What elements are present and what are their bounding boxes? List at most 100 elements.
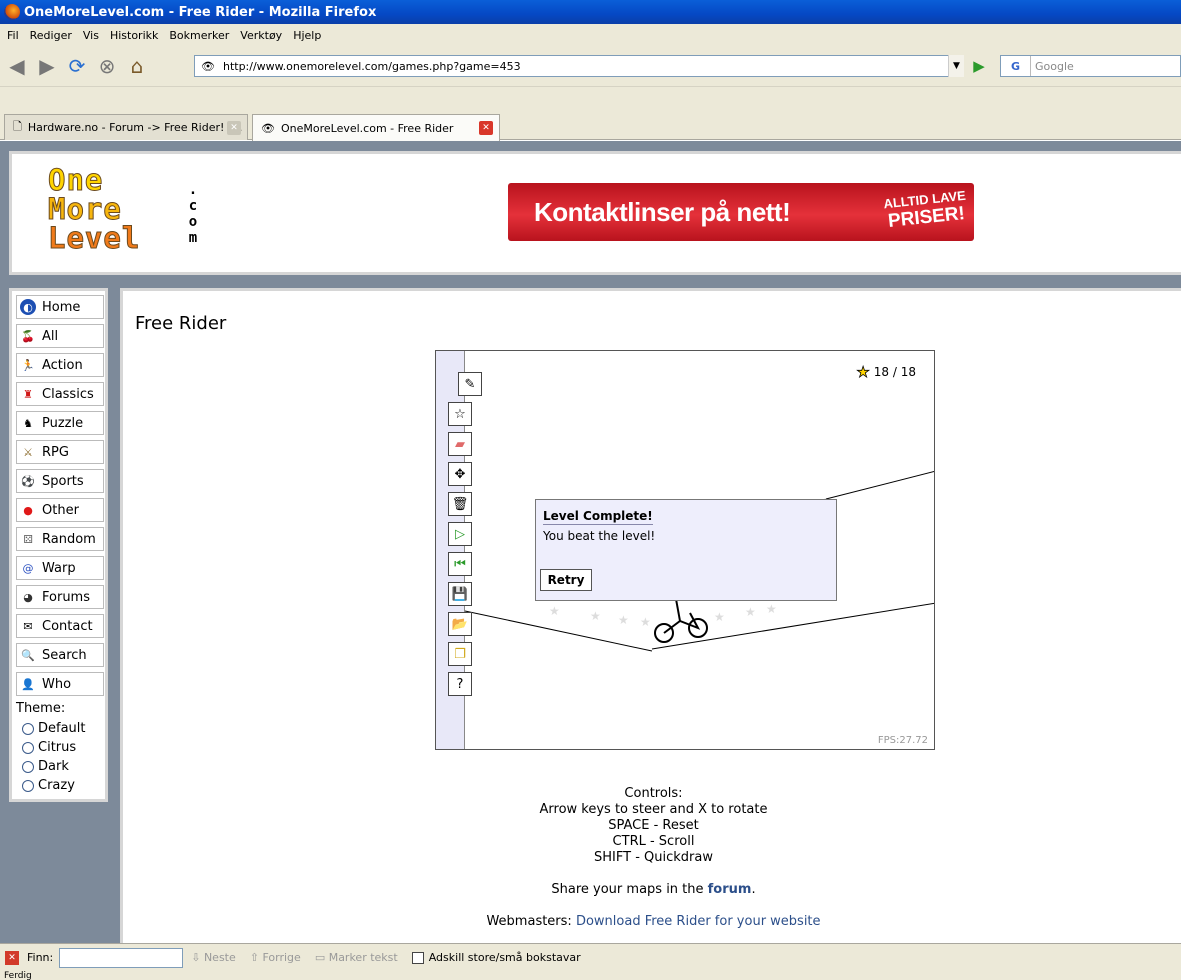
url-dropdown-icon[interactable]: ▼ — [948, 55, 964, 77]
share-prefix: Share your maps in the — [551, 882, 708, 897]
sidebar-item-label: Action — [42, 357, 83, 373]
theme-option-crazy[interactable]: Crazy — [16, 776, 86, 795]
sidebar-item-label: Contact — [42, 618, 93, 634]
pencil-icon[interactable]: ✎ — [458, 372, 482, 396]
go-arrow-icon[interactable]: ▶ — [968, 55, 990, 77]
url-input[interactable]: 👁 http://www.onemorelevel.com/games.php?… — [194, 55, 964, 77]
find-input[interactable] — [59, 947, 184, 968]
collected-star-icon: ★ — [766, 602, 777, 616]
sidebar-item-who[interactable]: 👤 Who — [16, 672, 104, 696]
sidebar-item-all[interactable]: 🍒 All — [16, 324, 104, 348]
open-folder-icon[interactable]: 📂 — [448, 612, 472, 636]
radio-button[interactable] — [22, 779, 34, 792]
find-next-label: Neste — [203, 951, 236, 964]
radio-button[interactable] — [22, 722, 34, 735]
menu-hjelp[interactable]: Hjelp — [293, 29, 321, 42]
theme-option-default[interactable]: Default — [16, 719, 86, 738]
highlight-label: Marker tekst — [328, 951, 398, 964]
menu-rediger[interactable]: Rediger — [30, 29, 72, 42]
tab-free-rider[interactable]: 👁 OneMoreLevel.com - Free Rider ✕ — [252, 114, 500, 141]
sidebar-item-rpg[interactable]: ⚔ RPG — [16, 440, 104, 464]
status-text: Ferdig — [4, 971, 32, 980]
menu-bokmerker[interactable]: Bokmerker — [169, 29, 229, 42]
back-arrow-icon[interactable]: ◀ — [4, 53, 30, 79]
forward-arrow-icon[interactable]: ▶ — [34, 53, 60, 79]
fps-readout: FPS:27.72 — [877, 735, 928, 746]
tab-label: Hardware.no - Forum -> Free Rider! -... — [27, 121, 243, 134]
play-icon[interactable]: ▷ — [448, 522, 472, 546]
help-icon[interactable]: ? — [448, 672, 472, 696]
sidebar-item-label: Who — [42, 676, 72, 692]
sidebar-item-search[interactable]: 🔍 Search — [16, 643, 104, 667]
sidebar-item-warp[interactable]: @ Warp — [16, 556, 104, 580]
radio-button[interactable] — [22, 741, 34, 754]
radio-button[interactable] — [22, 760, 34, 773]
tab-hardware-forum[interactable]: 🗋 Hardware.no - Forum -> Free Rider! -..… — [4, 114, 248, 140]
home-icon[interactable]: ⌂ — [124, 53, 150, 79]
sidebar-item-other[interactable]: ● Other — [16, 498, 104, 522]
sword-icon: ⚔ — [23, 445, 33, 459]
controls-line: SHIFT - Quickdraw — [594, 850, 713, 865]
ghost-icon: ● — [23, 503, 33, 517]
controls-line: CTRL - Scroll — [612, 834, 695, 849]
find-prev-label: Forrige — [262, 951, 301, 964]
sidebar-item-label: Home — [42, 299, 81, 315]
menu-fil[interactable]: Fil — [7, 29, 19, 42]
sidebar-item-random[interactable]: ⚄ Random — [16, 527, 104, 551]
move-icon[interactable]: ✥ — [448, 462, 472, 486]
menu-vis[interactable]: Vis — [83, 29, 99, 42]
find-prev-button[interactable]: ⇧ Forrige — [250, 951, 301, 964]
page-viewport: One More Level .com Kontaktlinser på net… — [0, 141, 1181, 943]
menu-bar: Fil Rediger Vis Historikk Bokmerker Verk… — [0, 24, 1181, 46]
menu-historikk[interactable]: Historikk — [110, 29, 158, 42]
close-tab-icon[interactable]: ✕ — [227, 121, 241, 135]
save-icon[interactable]: 💾 — [448, 582, 472, 606]
magnifier-icon: 🔍 — [21, 648, 35, 662]
find-next-button[interactable]: ⇩ Neste — [191, 951, 236, 964]
game-canvas[interactable]: ★ ★ ★ ★ ★ ★ ★ ✎ ☆ ▰ ✥ 🗑 ▷ ⏮ 💾 📂 ❐ ? ★ 18… — [435, 350, 935, 750]
sidebar-item-sports[interactable]: ⚽ Sports — [16, 469, 104, 493]
menu-verktoy[interactable]: Verktøy — [240, 29, 282, 42]
search-input[interactable]: G Google — [1000, 55, 1181, 77]
sidebar-item-puzzle[interactable]: ♞ Puzzle — [16, 411, 104, 435]
close-find-icon[interactable]: ✕ — [5, 950, 19, 965]
soccer-ball-icon: ⚽ — [21, 474, 35, 488]
logo-dotcom: .com — [184, 182, 201, 251]
sidebar-item-classics[interactable]: ♜ Classics — [16, 382, 104, 406]
eraser-icon[interactable]: ▰ — [448, 432, 472, 456]
tab-bar: 🗋 Hardware.no - Forum -> Free Rider! -..… — [0, 110, 1181, 141]
restart-icon[interactable]: ⏮ — [448, 552, 472, 576]
theme-option-label: Citrus — [38, 740, 77, 755]
webmasters-text: Webmasters: Download Free Rider for your… — [123, 914, 1181, 930]
site-favicon-icon: 👁 — [261, 121, 275, 135]
ad-badge: ALLTID LAVE PRISER! — [880, 187, 972, 240]
close-tab-icon[interactable]: ✕ — [479, 121, 493, 135]
page-title: Free Rider — [135, 313, 227, 334]
ad-text: Kontaktlinser på nett! — [534, 196, 791, 227]
trash-icon[interactable]: 🗑 — [448, 492, 472, 516]
highlight-button[interactable]: ▭ Marker tekst — [315, 951, 398, 964]
retry-button[interactable]: Retry — [540, 569, 592, 591]
copy-icon[interactable]: ❐ — [448, 642, 472, 666]
reload-icon[interactable]: ⟳ — [64, 53, 90, 79]
theme-option-citrus[interactable]: Citrus — [16, 738, 86, 757]
sidebar-nav: ◐ Home 🍒 All 🏃 Action ♜ Classics ♞ Puzzle ⚔ RP… — [9, 288, 108, 802]
stop-icon[interactable]: ⊗ — [94, 53, 120, 79]
sidebar-item-home[interactable]: ◐ Home — [16, 295, 104, 319]
sidebar-item-label: Warp — [42, 560, 76, 576]
download-link[interactable]: Download Free Rider for your website — [576, 914, 821, 929]
sidebar-item-action[interactable]: 🏃 Action — [16, 353, 104, 377]
star-icon[interactable]: ☆ — [448, 402, 472, 426]
sidebar-item-forums[interactable]: ◕ Forums — [16, 585, 104, 609]
bookmarks-toolbar — [0, 86, 1181, 110]
cherries-icon: 🍒 — [21, 329, 35, 343]
theme-option-dark[interactable]: Dark — [16, 757, 86, 776]
tab-label: OneMoreLevel.com - Free Rider — [280, 121, 454, 135]
forum-link[interactable]: forum — [708, 882, 752, 897]
ad-banner[interactable]: Kontaktlinser på nett! ALLTID LAVE PRISE… — [508, 183, 974, 241]
sidebar-item-contact[interactable]: ✉ Contact — [16, 614, 104, 638]
find-bar: ✕ Finn: ⇩ Neste ⇧ Forrige ▭ Marker tekst… — [0, 943, 1181, 971]
match-case-checkbox[interactable] — [411, 951, 424, 964]
collected-star-icon: ★ — [745, 605, 756, 619]
search-engine-icon[interactable]: G — [1001, 56, 1031, 76]
